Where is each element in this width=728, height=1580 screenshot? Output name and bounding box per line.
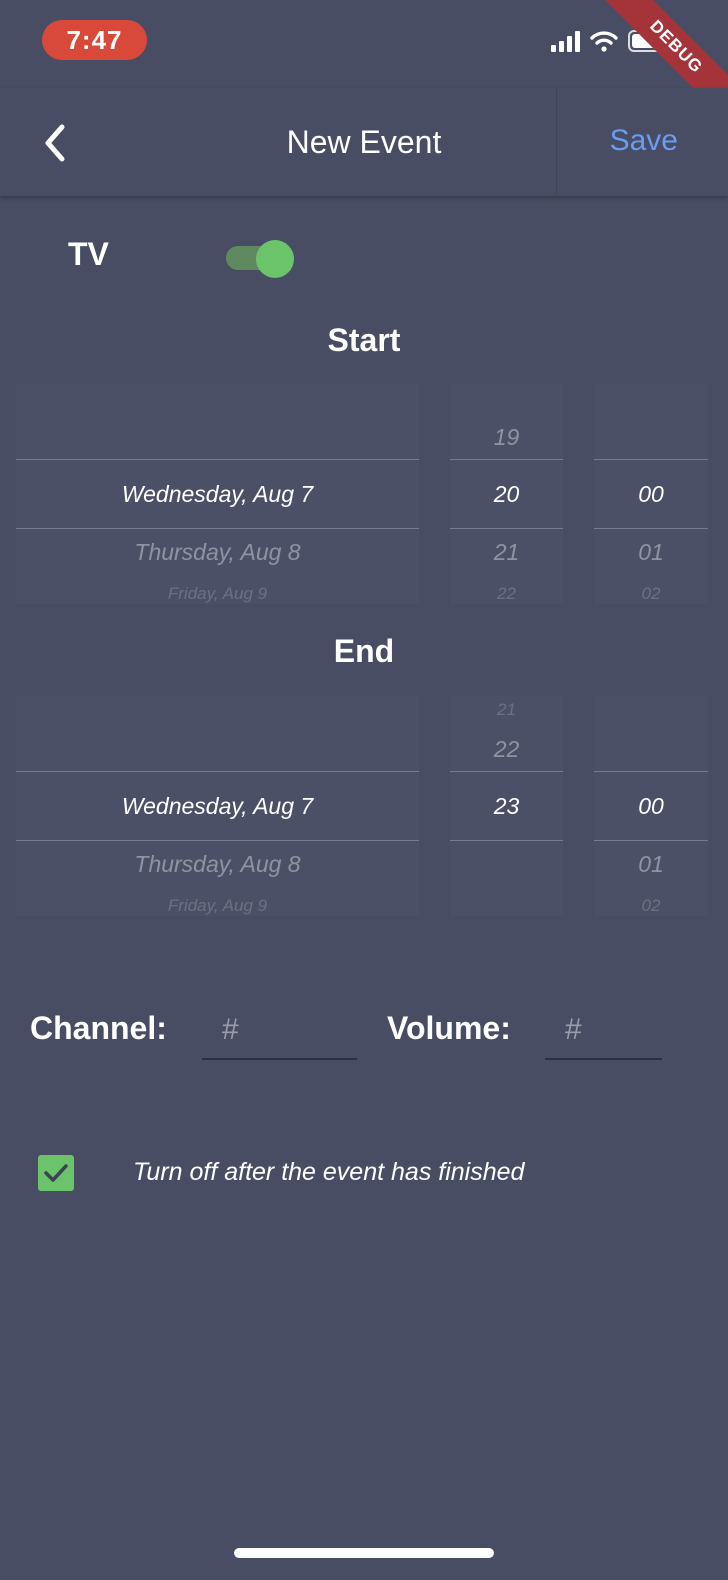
end-date-next2: Friday, Aug 9 (167, 896, 268, 915)
end-date-selected: Wednesday, Aug 7 (121, 793, 314, 819)
start-picker: Wednesday, Aug 7 Thursday, Aug 8 Friday,… (0, 384, 728, 604)
nav-divider (556, 88, 557, 196)
start-hour-selected: 20 (493, 481, 520, 507)
start-minute-selected: 00 (638, 481, 664, 507)
home-indicator[interactable] (234, 1548, 494, 1558)
save-button[interactable]: Save (610, 124, 678, 158)
volume-input[interactable] (545, 1002, 662, 1060)
end-hour-selected: 23 (493, 793, 520, 819)
channel-label: Channel: (30, 1010, 167, 1046)
start-hour-wheel[interactable]: 19 20 21 22 (450, 384, 563, 604)
volume-label: Volume: (387, 1010, 511, 1046)
navigation-bar: New Event Save (0, 88, 728, 196)
end-date-next: Thursday, Aug 8 (134, 851, 301, 877)
end-date-wheel[interactable]: Wednesday, Aug 7 Thursday, Aug 8 Friday,… (16, 696, 419, 916)
tv-label: TV (68, 236, 109, 272)
turn-off-label: Turn off after the event has finished (133, 1158, 525, 1186)
end-picker: Wednesday, Aug 7 Thursday, Aug 8 Friday,… (0, 696, 728, 916)
end-hour-wheel[interactable]: 21 22 23 (450, 696, 563, 916)
start-date-wheel[interactable]: Wednesday, Aug 7 Thursday, Aug 8 Friday,… (16, 384, 419, 604)
turn-off-checkbox[interactable] (38, 1155, 74, 1191)
end-minute-next2: 02 (641, 896, 661, 915)
start-hour-prev: 19 (493, 424, 520, 450)
signal-icon (551, 30, 580, 52)
end-hour-prev: 22 (493, 736, 520, 762)
toggle-knob (256, 240, 294, 278)
end-hour-prev2: 21 (497, 700, 516, 719)
new-event-screen: 7:47 DEBUG New Event Save TV Start Wedne… (0, 0, 728, 1580)
start-minute-next2: 02 (641, 584, 661, 603)
start-minute-next: 01 (638, 539, 664, 565)
start-minute-wheel[interactable]: 00 01 02 (594, 384, 708, 604)
start-hour-next2: 22 (497, 584, 516, 603)
end-title: End (333, 633, 395, 669)
status-time: 7:47 (42, 20, 147, 60)
start-title: Start (327, 322, 401, 358)
channel-input[interactable] (202, 1002, 357, 1060)
tv-toggle[interactable] (226, 240, 296, 278)
start-date-selected: Wednesday, Aug 7 (121, 481, 314, 507)
end-minute-wheel[interactable]: 00 01 02 (594, 696, 708, 916)
end-minute-selected: 00 (638, 793, 664, 819)
start-date-next: Thursday, Aug 8 (134, 539, 301, 565)
start-date-next2: Friday, Aug 9 (167, 584, 268, 603)
start-hour-next: 21 (493, 539, 520, 565)
end-minute-next: 01 (638, 851, 664, 877)
wifi-icon (590, 31, 618, 52)
checkmark-icon (44, 1164, 68, 1182)
